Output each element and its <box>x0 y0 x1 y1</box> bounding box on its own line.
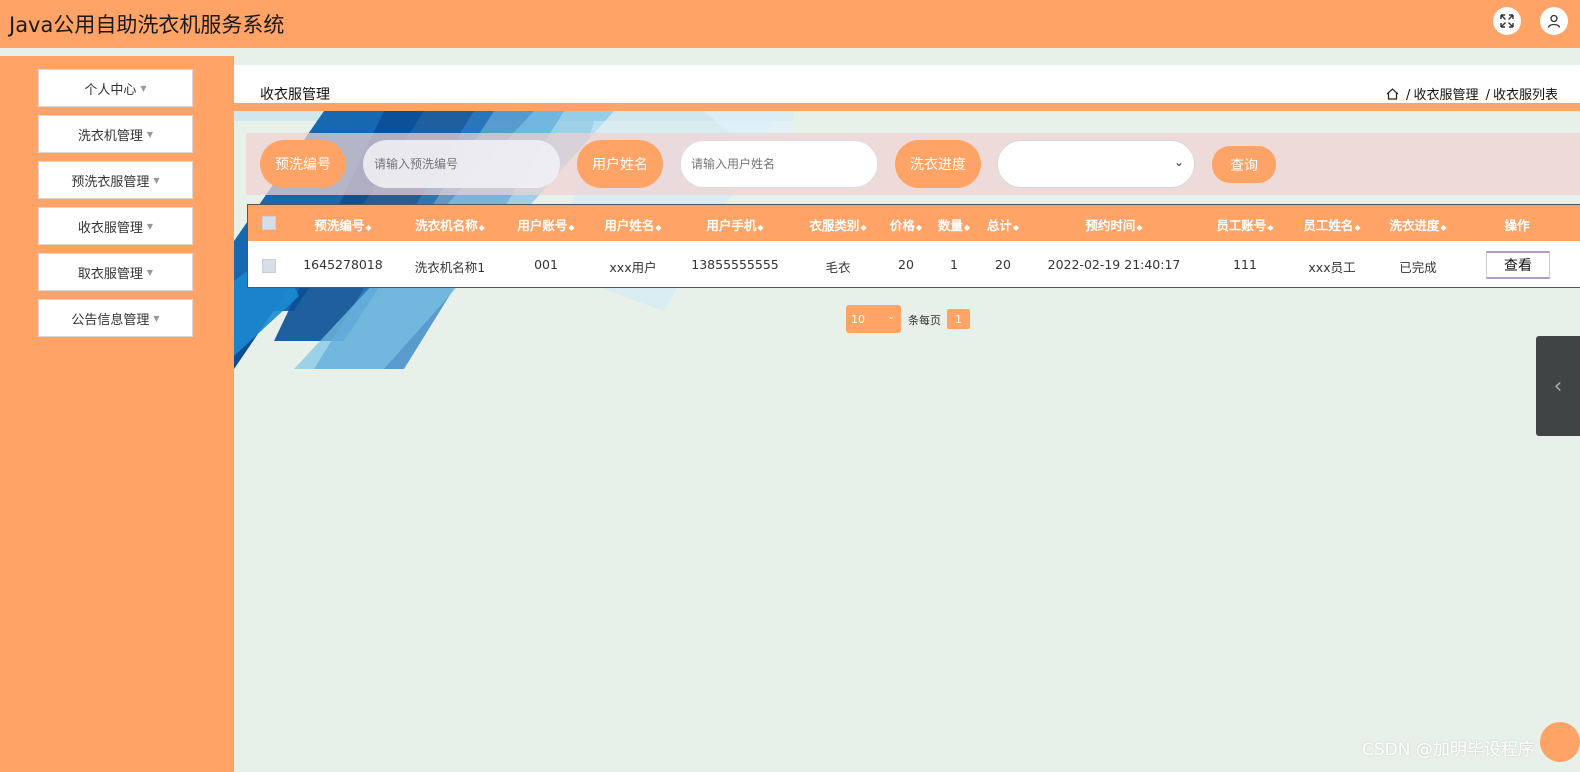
cell-quantity: 1 <box>950 257 958 272</box>
sort-icon: ◆ <box>860 223 867 232</box>
user-glyph <box>1547 14 1561 28</box>
title-underline <box>234 103 1580 111</box>
sidebar-item-pickup-management[interactable]: 取衣服管理 ▼ <box>38 253 193 291</box>
sidebar-item-notice-management[interactable]: 公告信息管理 ▼ <box>38 299 193 337</box>
caret-down-icon: ▼ <box>146 221 154 231</box>
column-header[interactable]: 数量◆ <box>938 215 970 234</box>
app-title: Java公用自助洗衣机服务系统 <box>9 13 285 37</box>
breadcrumb: / 收衣服管理 / 收衣服列表 <box>1386 84 1558 103</box>
fullscreen-icon[interactable] <box>1493 7 1521 35</box>
breadcrumb-item[interactable]: 收衣服管理 <box>1413 88 1478 103</box>
breadcrumb-separator: / <box>1485 88 1490 103</box>
prewash-number-input[interactable] <box>363 140 560 188</box>
wash-progress-label: 洗衣进度 <box>895 140 981 188</box>
sidebar-item-label: 收衣服管理 <box>77 220 143 236</box>
query-button[interactable]: 查询 <box>1212 146 1276 183</box>
breadcrumb-separator: / <box>1406 88 1411 103</box>
home-icon[interactable] <box>1386 88 1399 100</box>
column-header[interactable]: 员工账号◆ <box>1216 215 1273 234</box>
sort-icon: ◆ <box>1440 223 1447 232</box>
select-all-checkbox[interactable] <box>262 216 276 230</box>
cell-clothes-type: 毛衣 <box>825 260 851 275</box>
sort-icon: ◆ <box>478 223 485 232</box>
cell-staff-name: xxx员工 <box>1308 260 1356 275</box>
user-name-input[interactable] <box>680 140 878 188</box>
caret-down-icon: ▼ <box>146 267 154 277</box>
sidebar-item-personal-center[interactable]: 个人中心 ▼ <box>38 69 193 107</box>
column-header[interactable]: 总计◆ <box>987 215 1019 234</box>
sort-icon: ◆ <box>1012 223 1020 232</box>
table-header: 预洗编号◆ 洗衣机名称◆ 用户账号◆ 用户姓名◆ 用户手机◆ 衣服类别◆ 价格◆… <box>248 205 1580 241</box>
column-header[interactable]: 用户姓名◆ <box>604 215 661 234</box>
title-bar: 收衣服管理 / 收衣服管理 / 收衣服列表 <box>234 65 1580 103</box>
cell-user-name: xxx用户 <box>609 260 657 275</box>
data-table: 预洗编号◆ 洗衣机名称◆ 用户账号◆ 用户姓名◆ 用户手机◆ 衣服类别◆ 价格◆… <box>247 204 1580 288</box>
chevron-left-icon: ‹ <box>1553 373 1563 399</box>
column-header[interactable]: 用户手机◆ <box>706 215 763 234</box>
column-header[interactable]: 衣服类别◆ <box>809 215 866 234</box>
column-header[interactable]: 预洗编号◆ <box>314 215 371 234</box>
header-divider <box>0 48 1580 56</box>
sidebar-item-label: 洗衣机管理 <box>77 128 143 144</box>
sidebar-item-prewash-management[interactable]: 预洗衣服管理 ▼ <box>38 161 193 199</box>
user-icon[interactable] <box>1540 7 1568 35</box>
wash-progress-select[interactable]: ⌄ <box>997 140 1195 188</box>
sort-icon: ◆ <box>757 223 764 232</box>
column-header[interactable]: 洗衣进度◆ <box>1389 215 1446 234</box>
chevron-down-icon: ⌄ <box>887 312 895 322</box>
page-title: 收衣服管理 <box>260 87 330 103</box>
collapse-panel-tab[interactable]: ‹ <box>1536 336 1580 436</box>
per-page-label: 条每页 <box>908 314 941 327</box>
page-size-value: 10 <box>851 312 865 326</box>
caret-down-icon: ▼ <box>153 313 160 323</box>
fullscreen-glyph <box>1500 14 1514 28</box>
column-header[interactable]: 价格◆ <box>890 215 922 234</box>
column-header[interactable]: 预约时间◆ <box>1085 215 1142 234</box>
watermark: CSDN @加明毕设程序 <box>1362 740 1535 760</box>
sort-icon: ◆ <box>365 223 372 232</box>
chevron-down-icon: ⌄ <box>1173 155 1184 169</box>
caret-down-icon: ▼ <box>146 129 154 139</box>
cell-user-phone: 13855555555 <box>691 257 779 272</box>
row-checkbox[interactable] <box>262 259 276 273</box>
sort-icon: ◆ <box>655 223 662 232</box>
cell-user-account: 001 <box>534 257 558 272</box>
view-button[interactable]: 查看 <box>1486 251 1550 279</box>
sidebar-item-label: 个人中心 <box>84 82 137 98</box>
cell-prewash-number: 1645278018 <box>303 257 383 272</box>
sidebar-item-washer-management[interactable]: 洗衣机管理 ▼ <box>38 115 193 153</box>
sort-icon: ◆ <box>963 223 971 232</box>
sort-icon: ◆ <box>1354 223 1361 232</box>
sort-icon: ◆ <box>1136 223 1143 232</box>
sidebar-item-label: 取衣服管理 <box>77 266 143 282</box>
page-size-select[interactable]: 10 ⌄ <box>846 305 901 333</box>
sidebar: 个人中心 ▼ 洗衣机管理 ▼ 预洗衣服管理 ▼ 收衣服管理 ▼ 取衣服管理 ▼ 公告信息管… <box>0 56 234 772</box>
cell-washer-name: 洗衣机名称1 <box>414 260 486 275</box>
column-header[interactable]: 员工姓名◆ <box>1303 215 1360 234</box>
sidebar-item-label: 公告信息管理 <box>71 312 150 328</box>
breadcrumb-item: 收衣服列表 <box>1492 88 1558 103</box>
caret-down-icon: ▼ <box>153 175 160 185</box>
cell-total: 20 <box>995 257 1011 272</box>
cell-price: 20 <box>898 257 914 272</box>
column-header[interactable]: 用户账号◆ <box>517 215 574 234</box>
cell-wash-progress: 已完成 <box>1399 260 1437 275</box>
sidebar-item-label: 预洗衣服管理 <box>71 174 150 190</box>
prewash-number-label: 预洗编号 <box>260 140 346 188</box>
main-content: 收衣服管理 /收衣服管理 /收衣服列表 预洗编号 用户姓名 洗衣进度 ⌄ 查询 … <box>234 56 1580 772</box>
sort-icon: ◆ <box>568 223 575 232</box>
user-name-label: 用户姓名 <box>577 140 663 188</box>
sort-icon: ◆ <box>1267 223 1274 232</box>
sort-icon: ◆ <box>915 223 923 232</box>
cell-reservation-time: 2022-02-19 21:40:17 <box>1047 257 1181 272</box>
page-number-button[interactable]: 1 <box>947 309 970 329</box>
column-header: 操作 <box>1504 218 1530 233</box>
column-header[interactable]: 洗衣机名称◆ <box>415 215 485 234</box>
sidebar-item-collect-management[interactable]: 收衣服管理 ▼ <box>38 207 193 245</box>
cell-staff-account: 111 <box>1233 257 1257 272</box>
caret-down-icon: ▼ <box>140 83 147 93</box>
top-bar: Java公用自助洗衣机服务系统 <box>0 0 1580 48</box>
floating-badge[interactable] <box>1540 722 1580 762</box>
